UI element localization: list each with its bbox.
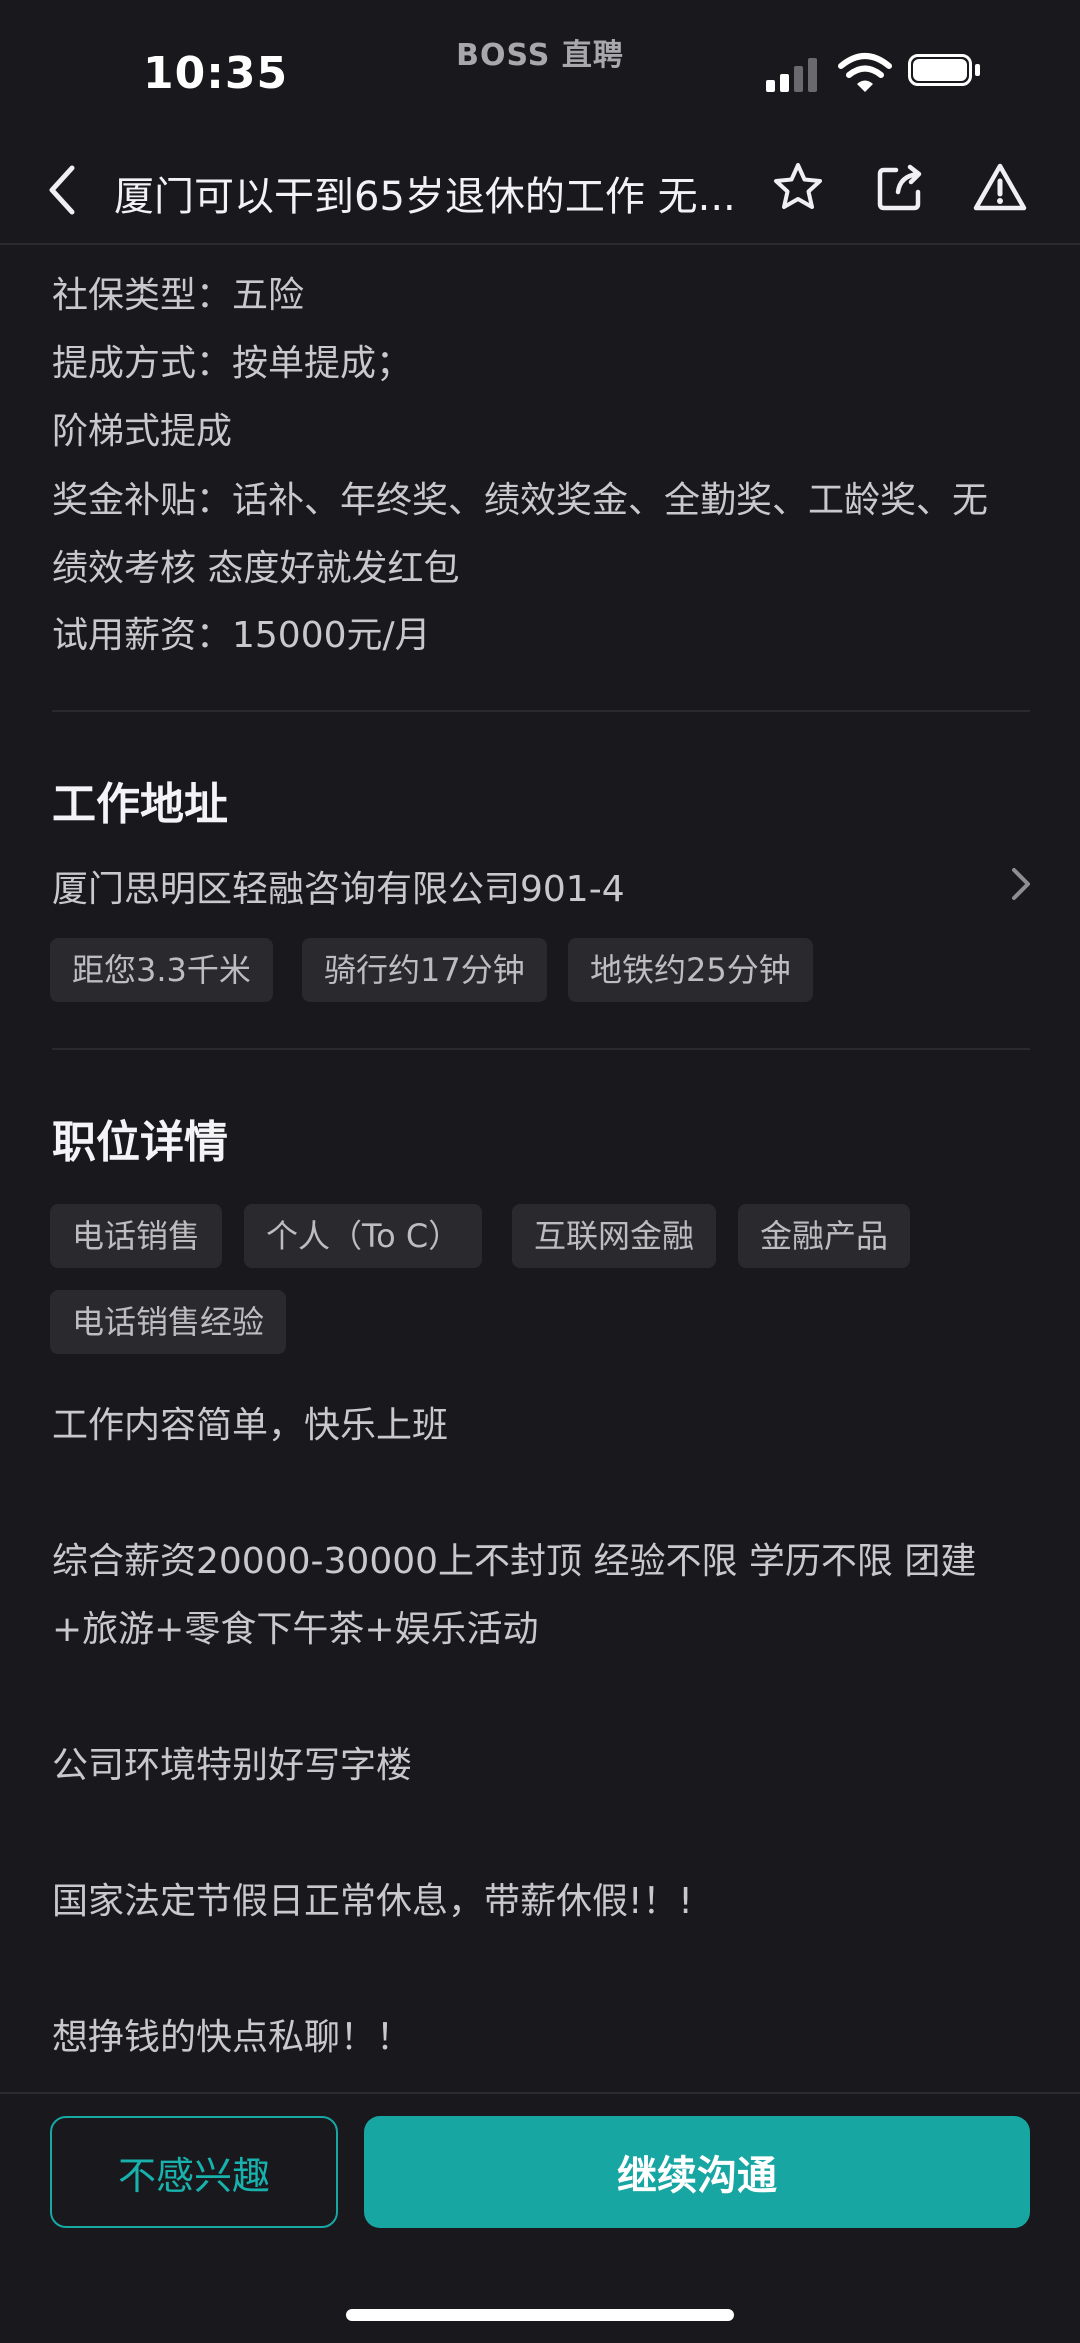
benefit-line: 阶梯式提成 — [52, 411, 233, 452]
benefit-line: 试用薪资：15000元/月 — [52, 615, 431, 656]
distance-tag: 距您3.3千米 — [50, 938, 273, 1002]
description-paragraph: +旅游+零食下午茶+娱乐活动 — [52, 1609, 539, 1650]
benefit-line: 社保类型：五险 — [52, 275, 305, 316]
description-paragraph: 想挣钱的快点私聊！！ — [52, 2017, 413, 2058]
cycling-time-tag: 骑行约17分钟 — [302, 938, 547, 1002]
description-paragraph: 国家法定节假日正常休息，带薪休假!！! — [52, 1881, 693, 1922]
address-text[interactable]: 厦门思明区轻融咨询有限公司901-4 — [52, 860, 625, 912]
description-paragraph: 综合薪资20000-30000上不封顶 经验不限 学历不限 团建 — [52, 1541, 977, 1582]
skill-tag: 互联网金融 — [512, 1204, 717, 1268]
benefit-line: 提成方式：按单提成； — [52, 343, 413, 384]
benefit-line: 绩效考核 态度好就发红包 — [52, 548, 460, 589]
chevron-right-icon[interactable] — [1010, 866, 1032, 902]
wifi-icon — [838, 53, 892, 92]
skill-tag: 个人（To C） — [244, 1204, 483, 1268]
header-divider — [0, 243, 1080, 245]
home-indicator[interactable] — [346, 2309, 734, 2321]
signal-icon — [766, 58, 822, 92]
skill-tag: 电话销售 — [50, 1204, 223, 1268]
skill-tag: 金融产品 — [738, 1204, 911, 1268]
skill-tag: 电话销售经验 — [50, 1290, 287, 1354]
description-paragraph: 工作内容简单，快乐上班 — [52, 1405, 449, 1446]
back-icon[interactable] — [44, 164, 80, 216]
benefit-line: 奖金补贴：话补、年终奖、绩效奖金、全勤奖、工龄奖、无 — [52, 480, 989, 521]
star-icon[interactable] — [770, 160, 826, 216]
page-title: 厦门可以干到65岁退休的工作 无... — [114, 174, 736, 220]
subway-time-tag: 地铁约25分钟 — [568, 938, 813, 1002]
section-divider — [52, 1048, 1030, 1050]
description-paragraph: 公司环境特别好写字楼 — [52, 1745, 413, 1786]
battery-icon — [908, 54, 982, 90]
share-icon[interactable] — [872, 160, 928, 216]
continue-chat-button[interactable]: 继续沟通 — [364, 2116, 1030, 2228]
report-icon[interactable] — [972, 160, 1028, 216]
section-divider — [52, 710, 1030, 712]
details-section-title: 职位详情 — [52, 1117, 228, 1168]
not-interested-button[interactable]: 不感兴趣 — [50, 2116, 338, 2228]
address-section-title: 工作地址 — [52, 779, 228, 830]
